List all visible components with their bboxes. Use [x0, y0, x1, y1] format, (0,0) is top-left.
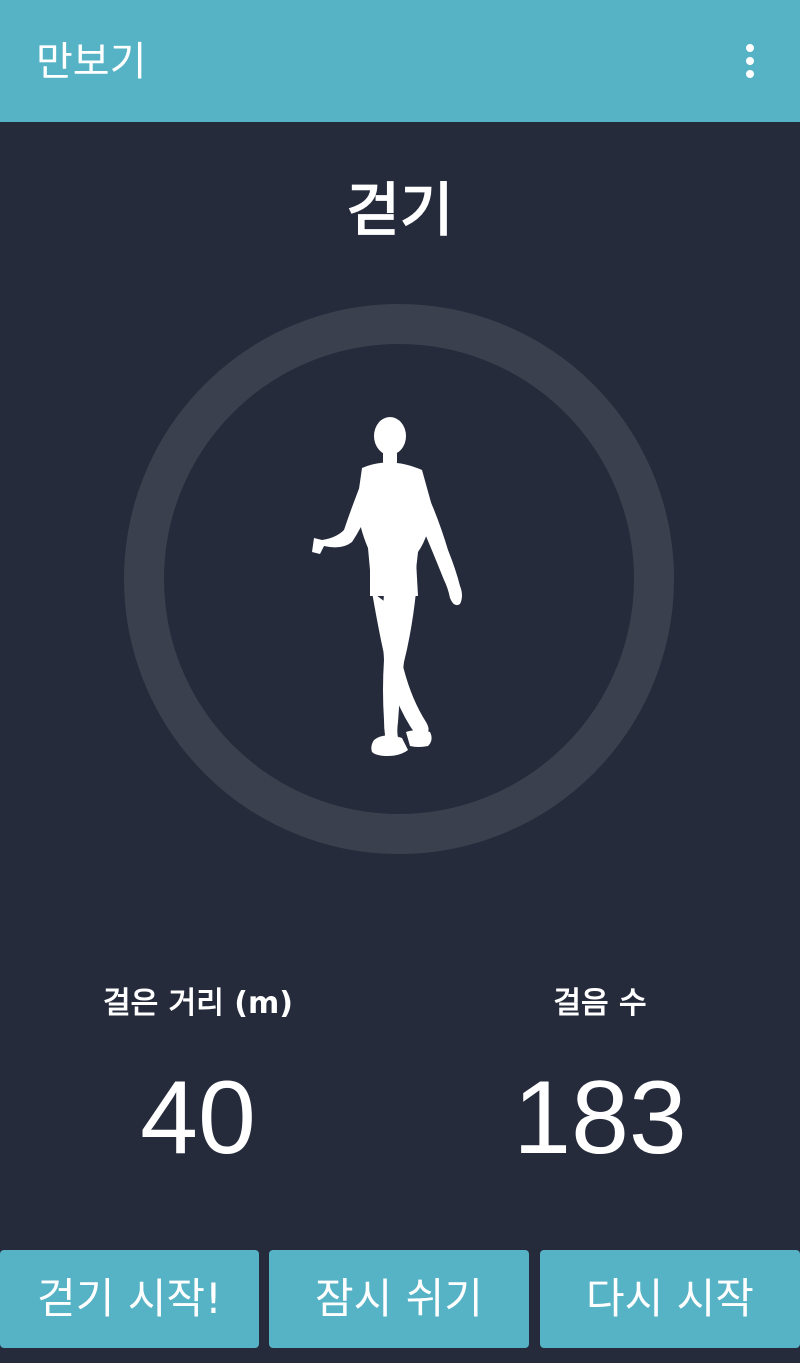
steps-value: 183 — [513, 1060, 687, 1176]
menu-dot — [746, 44, 754, 52]
restart-button[interactable]: 다시 시작 — [540, 1250, 800, 1348]
menu-dot — [746, 57, 754, 65]
app-title: 만보기 — [36, 39, 147, 85]
distance-label: 걸은 거리 (m) — [103, 986, 293, 1021]
distance-value: 40 — [140, 1060, 256, 1176]
menu-dot — [746, 70, 754, 78]
mode-title: 걷기 — [346, 176, 454, 244]
pause-button[interactable]: 잠시 쉬기 — [269, 1250, 529, 1348]
steps-label: 걸음 수 — [553, 986, 647, 1021]
app-bar: 만보기 — [0, 0, 800, 122]
more-vert-icon[interactable] — [728, 38, 772, 84]
start-walking-button[interactable]: 걷기 시작! — [0, 1250, 259, 1348]
walking-person-icon — [312, 417, 462, 756]
